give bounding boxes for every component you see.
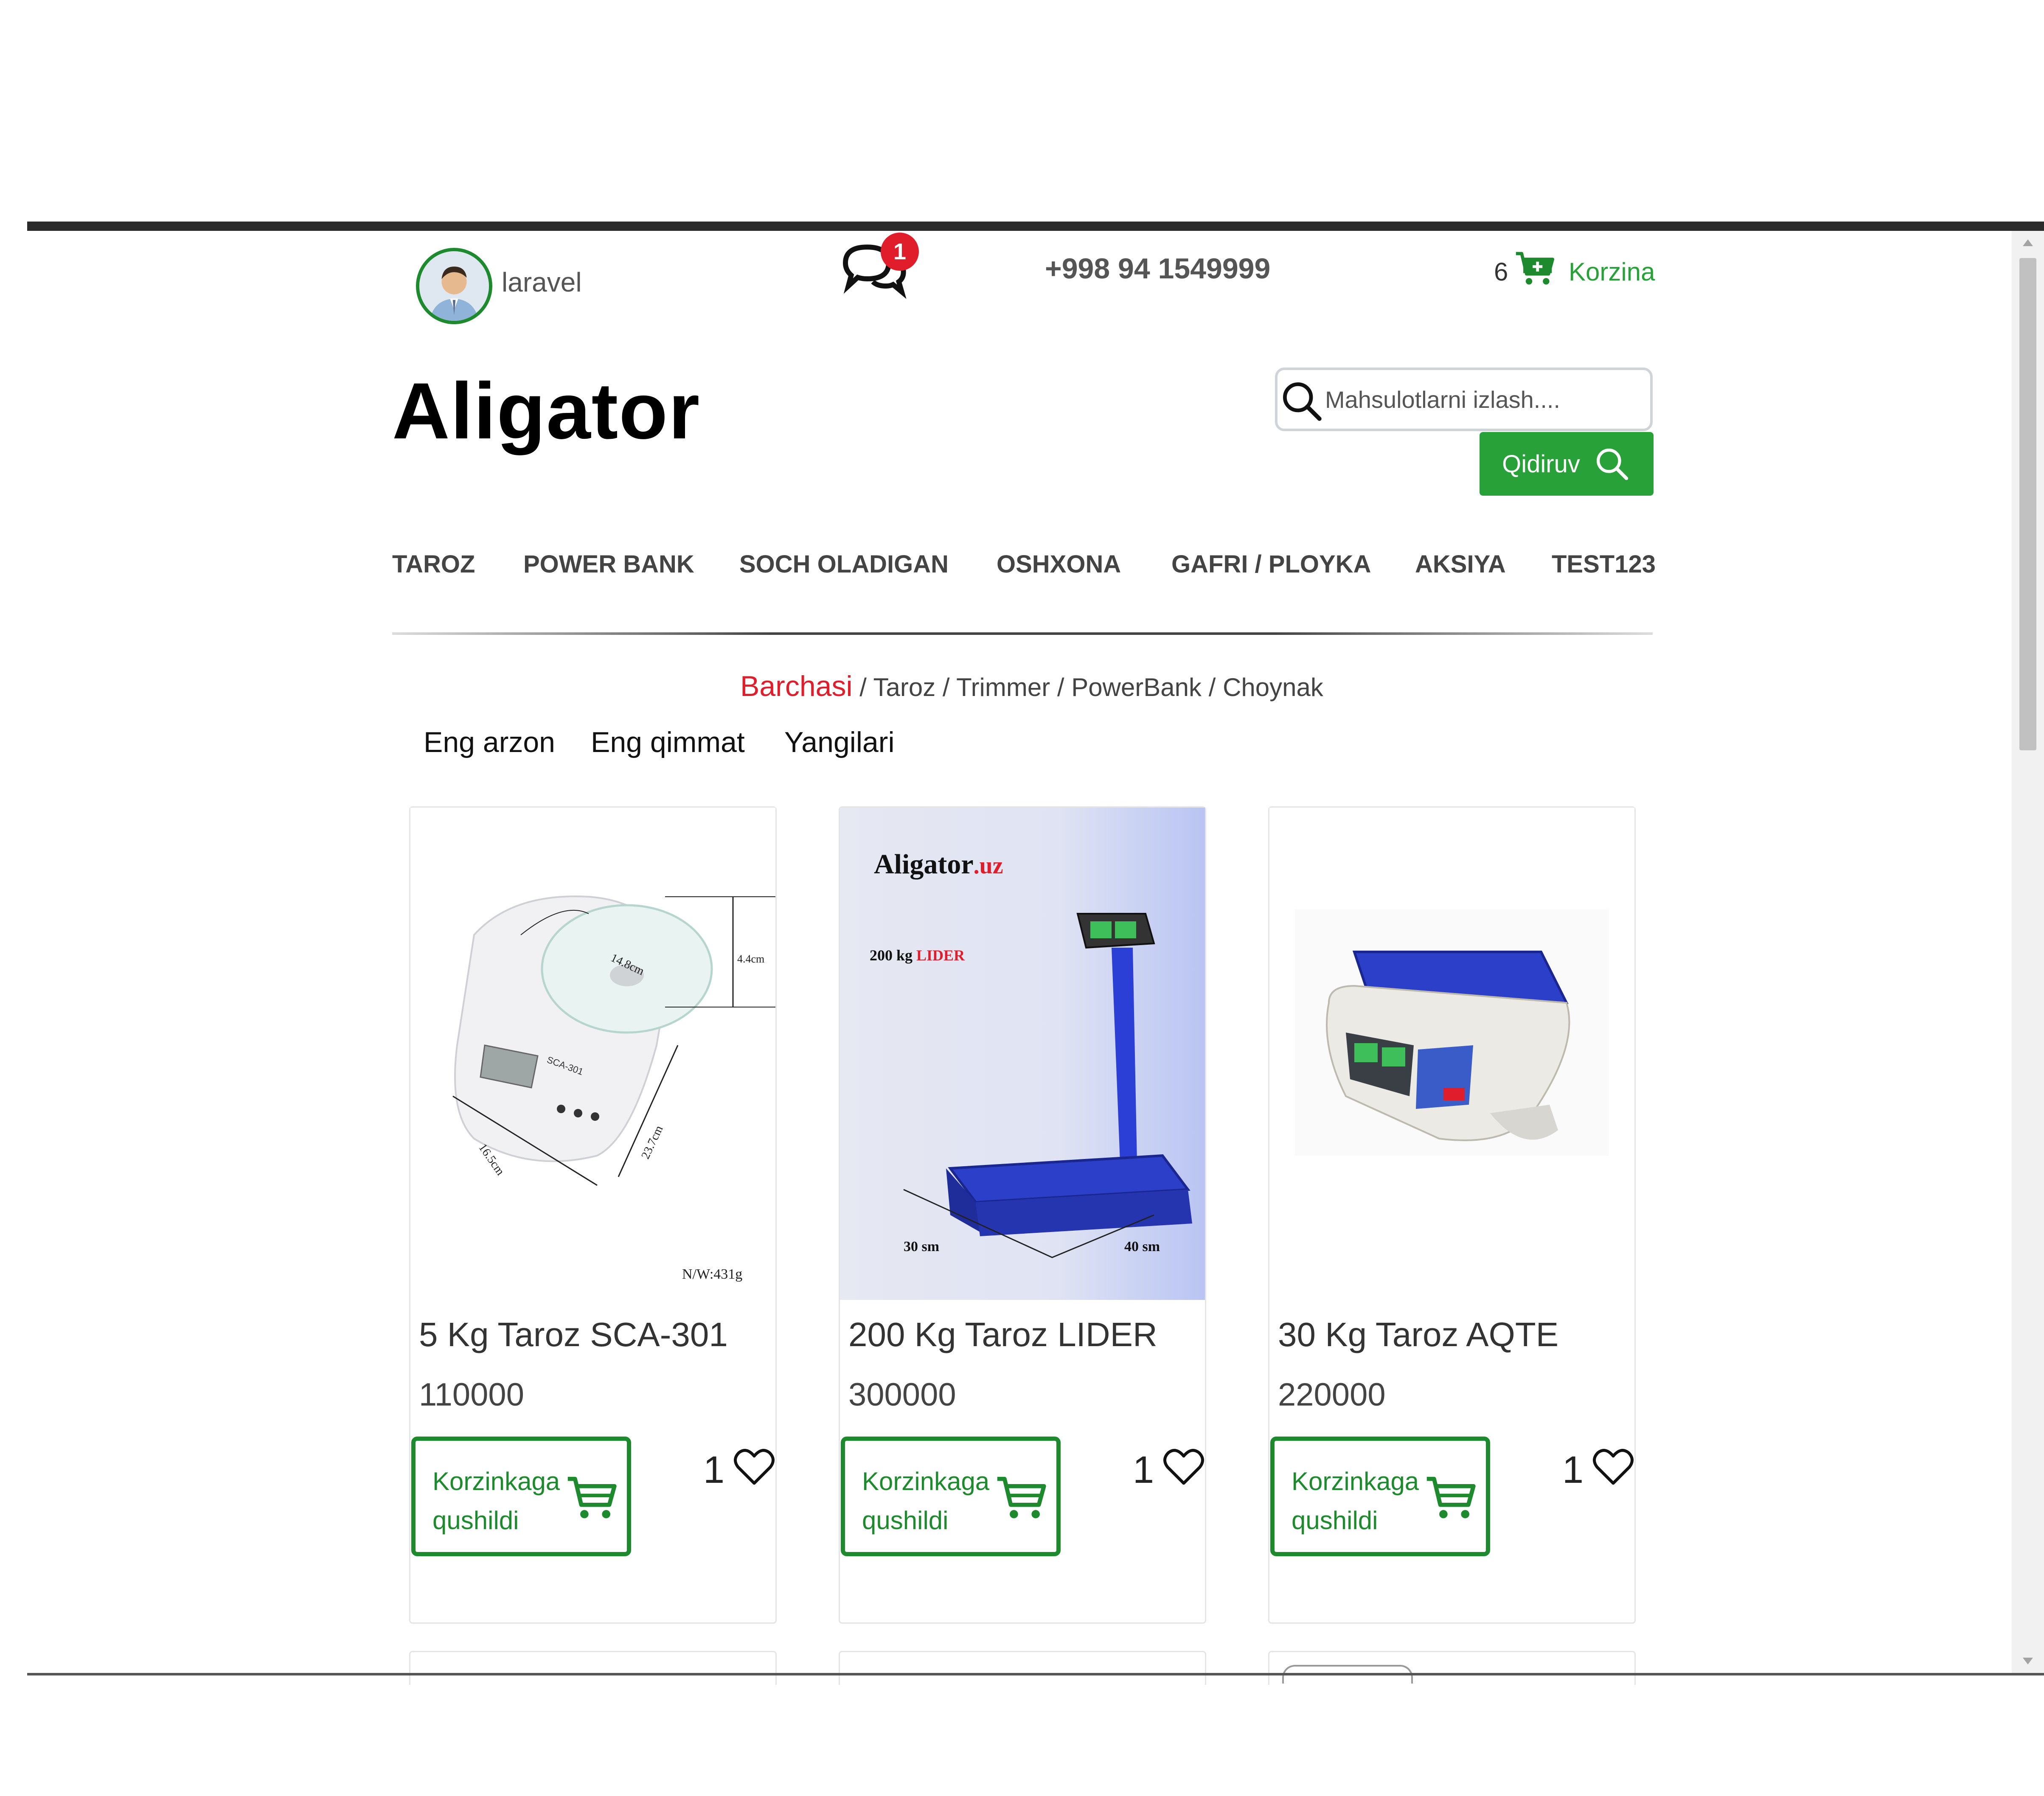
svg-text:200 kg LIDER: 200 kg LIDER <box>870 947 965 964</box>
nav-item-soch-oladigan[interactable]: SOCH OLADIGAN <box>739 550 949 578</box>
like-count: 1 <box>1133 1449 1154 1491</box>
breadcrumb-barchasi[interactable]: Barchasi <box>740 670 853 702</box>
add-to-cart-label: Korzinkaga qushildi <box>1292 1467 1419 1535</box>
vertical-scrollbar[interactable] <box>2012 231 2044 1673</box>
image-dimension-label: 40 sm <box>1124 1239 1160 1254</box>
image-model-text: LIDER <box>916 947 965 964</box>
add-to-cart-label: Korzinkaga qushildi <box>432 1467 560 1535</box>
breadcrumb-taroz[interactable]: Taroz <box>873 673 936 702</box>
breadcrumb-choynak[interactable]: Choynak <box>1223 673 1323 702</box>
like-count: 1 <box>1562 1449 1584 1491</box>
image-dimension-label: 30 sm <box>904 1239 939 1254</box>
cart-icon <box>1426 1476 1476 1518</box>
svg-text:Aligator.uz: Aligator.uz <box>874 849 1003 880</box>
heart-icon[interactable] <box>1592 1448 1634 1487</box>
cart-plus-icon[interactable] <box>1514 250 1555 288</box>
nav-item-gafri-ployka[interactable]: GAFRI / PLOYKA <box>1171 550 1371 578</box>
username-link[interactable]: laravel <box>502 267 582 298</box>
nav-item-power-bank[interactable]: POWER BANK <box>523 550 694 578</box>
product-title[interactable]: 5 Kg Taroz SCA-301 <box>419 1315 728 1354</box>
nav-item-aksiya[interactable]: AKSIYA <box>1415 550 1506 578</box>
sort-newest[interactable]: Yangilari <box>784 726 895 759</box>
product-title[interactable]: 30 Kg Taroz AQTE <box>1278 1315 1558 1354</box>
scroll-down-arrow[interactable] <box>2023 1658 2033 1664</box>
heart-icon[interactable] <box>733 1448 775 1487</box>
product-card[interactable]: 14.8cm 4.4cm 16.5cm 23.7cm SCA-301 N/W:4… <box>409 806 777 1624</box>
phone-number: +998 94 1549999 <box>1045 253 1271 285</box>
product-price: 300000 <box>848 1377 956 1413</box>
category-breadcrumb: Barchasi / Taroz / Trimmer / PowerBank /… <box>740 670 1323 703</box>
user-avatar[interactable] <box>416 248 492 324</box>
add-to-cart-button[interactable]: Korzinkaga qushildi <box>1270 1437 1490 1556</box>
breadcrumb-separator: / <box>1208 673 1223 702</box>
add-to-cart-button[interactable]: Korzinkaga qushildi <box>411 1437 631 1556</box>
scrollbar-thumb[interactable] <box>2019 258 2036 750</box>
nav-item-taroz[interactable]: TAROZ <box>392 550 475 578</box>
product-image[interactable]: 14.8cm 4.4cm 16.5cm 23.7cm SCA-301 N/W:4… <box>410 808 775 1300</box>
image-dimension-label: 4.4cm <box>737 953 764 965</box>
site-logo[interactable]: Aligator <box>392 365 700 457</box>
product-title[interactable]: 200 Kg Taroz LIDER <box>848 1315 1157 1354</box>
window-bottom-border <box>27 1673 2044 1675</box>
product-price: 110000 <box>419 1377 524 1413</box>
sort-cheapest[interactable]: Eng arzon <box>424 726 555 759</box>
image-capacity-text: 200 kg <box>870 947 912 964</box>
product-image[interactable] <box>1269 808 1634 1300</box>
breadcrumb-trimmer[interactable]: Trimmer <box>956 673 1050 702</box>
image-brand-tld: .uz <box>974 853 1003 879</box>
search-button-label: Qidiruv <box>1502 450 1580 478</box>
product-card[interactable]: Aligator.uz 200 kg LIDER 30 sm 40 sm 200… <box>839 806 1206 1624</box>
chat-notification-badge: 1 <box>881 233 919 271</box>
window-top-border <box>27 222 2044 231</box>
add-to-cart-button[interactable]: Korzinkaga qushildi <box>841 1437 1061 1556</box>
breadcrumb-separator: / <box>1057 673 1072 702</box>
product-price: 220000 <box>1278 1377 1386 1413</box>
cart-icon <box>567 1476 617 1518</box>
search-icon <box>1596 449 1628 480</box>
heart-icon[interactable] <box>1162 1448 1205 1487</box>
nav-item-test123[interactable]: TEST123 <box>1552 550 1656 578</box>
product-card[interactable]: 30 Kg Taroz AQTE 220000 Korzinkaga qushi… <box>1268 806 1636 1624</box>
add-to-cart-label: Korzinkaga qushildi <box>862 1467 990 1535</box>
cart-icon <box>997 1476 1046 1518</box>
breadcrumb-separator: / <box>942 673 957 702</box>
scroll-up-arrow[interactable] <box>2023 239 2033 246</box>
product-image[interactable]: Aligator.uz 200 kg LIDER 30 sm 40 sm <box>840 808 1205 1300</box>
avatar-person-icon <box>419 251 489 321</box>
like-count: 1 <box>703 1449 725 1491</box>
cart-count: 6 <box>1494 258 1508 286</box>
nav-item-oshxona[interactable]: OSHXONA <box>997 550 1121 578</box>
search-icon <box>1283 382 1322 421</box>
image-brand-text: Aligator <box>874 849 974 880</box>
cart-link[interactable]: Korzina <box>1569 257 1655 286</box>
product-card-partial[interactable] <box>409 1651 777 1685</box>
image-weight-label: N/W:431g <box>682 1266 742 1282</box>
sort-most-expensive[interactable]: Eng qimmat <box>591 726 745 759</box>
nav-divider <box>392 632 1653 635</box>
breadcrumb-powerbank[interactable]: PowerBank <box>1071 673 1202 702</box>
breadcrumb-separator: / <box>859 673 873 702</box>
product-card-partial[interactable] <box>839 1651 1206 1685</box>
product-card-partial[interactable] <box>1268 1651 1636 1685</box>
search-input[interactable] <box>1324 373 1648 425</box>
search-button[interactable]: Qidiruv <box>1480 432 1654 496</box>
